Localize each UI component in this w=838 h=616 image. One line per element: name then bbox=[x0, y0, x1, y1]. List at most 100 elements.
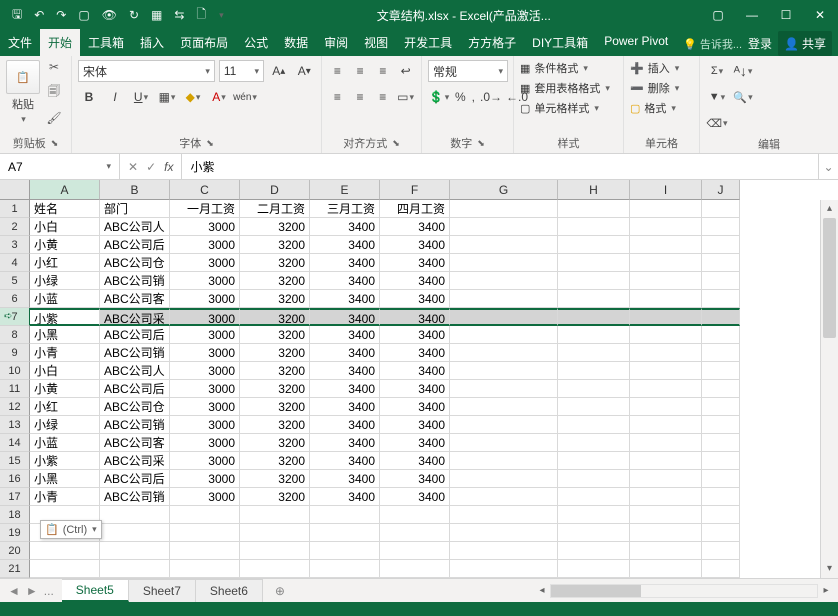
cell[interactable] bbox=[380, 560, 450, 578]
cell[interactable] bbox=[450, 398, 558, 416]
cell[interactable]: 3200 bbox=[240, 380, 310, 398]
cell[interactable]: ABC公司仓 bbox=[100, 254, 170, 272]
cell[interactable] bbox=[380, 542, 450, 560]
font-name-combo[interactable]: 宋体▾ bbox=[78, 60, 215, 82]
wrap-text-icon[interactable]: ↩ bbox=[396, 60, 415, 82]
cell[interactable] bbox=[702, 470, 740, 488]
cell[interactable] bbox=[450, 470, 558, 488]
scroll-up-icon[interactable]: ▴ bbox=[821, 200, 838, 218]
cell[interactable]: 3200 bbox=[240, 272, 310, 290]
row-header[interactable]: 17 bbox=[0, 488, 30, 506]
cell[interactable] bbox=[450, 542, 558, 560]
cell[interactable] bbox=[310, 524, 380, 542]
cell[interactable] bbox=[630, 326, 702, 344]
cell[interactable]: 3400 bbox=[310, 218, 380, 236]
formula-input[interactable]: 小紫 bbox=[182, 154, 818, 179]
cell[interactable]: 3000 bbox=[170, 326, 240, 344]
cell[interactable]: 3000 bbox=[170, 362, 240, 380]
cell[interactable] bbox=[450, 254, 558, 272]
cell[interactable]: 3400 bbox=[310, 236, 380, 254]
cell[interactable]: 3400 bbox=[310, 380, 380, 398]
cell[interactable]: ABC公司仓 bbox=[100, 398, 170, 416]
cell[interactable]: 3000 bbox=[170, 434, 240, 452]
paste-button[interactable]: 📋 粘贴▾ bbox=[6, 60, 40, 125]
align-center-icon[interactable]: ≡ bbox=[351, 86, 370, 108]
ribbon-tab-4[interactable]: 页面布局 bbox=[172, 29, 236, 56]
format-painter-icon[interactable]: 🖌 bbox=[46, 111, 61, 125]
cell[interactable] bbox=[630, 488, 702, 506]
cell[interactable]: 3200 bbox=[240, 488, 310, 506]
cell[interactable]: 3400 bbox=[310, 272, 380, 290]
cell[interactable] bbox=[702, 326, 740, 344]
sheet-nav-more[interactable]: ... bbox=[44, 584, 54, 598]
cell[interactable]: ABC公司人 bbox=[100, 362, 170, 380]
row-header[interactable]: 14 bbox=[0, 434, 30, 452]
cell[interactable]: 小红 bbox=[30, 398, 100, 416]
cell-styles-button[interactable]: ▢单元格样式▾ bbox=[520, 100, 617, 116]
cell[interactable]: 3400 bbox=[380, 470, 450, 488]
cell[interactable] bbox=[630, 236, 702, 254]
camera-icon[interactable]: ▢ bbox=[78, 8, 89, 22]
insert-function-icon[interactable]: fx bbox=[164, 160, 173, 174]
cell[interactable]: 二月工资 bbox=[240, 200, 310, 218]
phonetic-button[interactable]: wén▾ bbox=[234, 86, 256, 108]
cell[interactable]: ABC公司销 bbox=[100, 416, 170, 434]
sheet-tab[interactable]: Sheet7 bbox=[129, 579, 196, 602]
cell[interactable] bbox=[450, 452, 558, 470]
column-header[interactable]: A bbox=[30, 180, 100, 200]
cell[interactable] bbox=[170, 506, 240, 524]
cell[interactable] bbox=[702, 452, 740, 470]
row-header[interactable]: 10 bbox=[0, 362, 30, 380]
cell[interactable]: 3200 bbox=[240, 434, 310, 452]
cell[interactable] bbox=[702, 542, 740, 560]
font-size-combo[interactable]: 11▾ bbox=[219, 60, 264, 82]
cell[interactable] bbox=[450, 362, 558, 380]
cell[interactable] bbox=[310, 542, 380, 560]
ribbon-tab-8[interactable]: 视图 bbox=[356, 29, 396, 56]
cell[interactable] bbox=[630, 416, 702, 434]
cell[interactable] bbox=[702, 308, 740, 326]
row-header[interactable]: 11 bbox=[0, 380, 30, 398]
cell[interactable]: ABC公司后 bbox=[100, 326, 170, 344]
row-header[interactable]: 15 bbox=[0, 452, 30, 470]
row-header[interactable]: 19 bbox=[0, 524, 30, 542]
collapse-icon[interactable]: ⇆ bbox=[174, 8, 184, 22]
cell[interactable] bbox=[558, 470, 630, 488]
ribbon-tab-2[interactable]: 工具箱 bbox=[80, 29, 132, 56]
cell[interactable]: 3200 bbox=[240, 254, 310, 272]
sort-filter-icon[interactable]: ᴬ↓▾ bbox=[732, 60, 754, 82]
cell[interactable] bbox=[630, 560, 702, 578]
cell[interactable]: 小黑 bbox=[30, 326, 100, 344]
cell[interactable]: 小紫 bbox=[30, 452, 100, 470]
column-header[interactable]: I bbox=[630, 180, 702, 200]
refresh-icon[interactable]: ↻ bbox=[129, 8, 139, 22]
fill-icon[interactable]: ▼▾ bbox=[706, 86, 728, 108]
cell[interactable]: 3200 bbox=[240, 326, 310, 344]
cell[interactable]: 3200 bbox=[240, 290, 310, 308]
sheet-nav-prev-icon[interactable]: ◄ bbox=[8, 584, 20, 598]
scroll-thumb[interactable] bbox=[823, 218, 836, 338]
login-button[interactable]: 登录 bbox=[748, 35, 772, 52]
column-header[interactable]: C bbox=[170, 180, 240, 200]
cell[interactable]: 3400 bbox=[310, 344, 380, 362]
cell[interactable]: 3000 bbox=[170, 218, 240, 236]
conditional-formatting-button[interactable]: ▦条件格式▾ bbox=[520, 60, 617, 76]
share-button[interactable]: 👤共享 bbox=[778, 31, 832, 56]
find-select-icon[interactable]: 🔍▾ bbox=[732, 86, 754, 108]
cell[interactable] bbox=[630, 506, 702, 524]
column-header[interactable]: H bbox=[558, 180, 630, 200]
undo-icon[interactable]: ↶ bbox=[34, 8, 44, 22]
align-middle-icon[interactable]: ≡ bbox=[351, 60, 370, 82]
cell[interactable]: 3400 bbox=[380, 218, 450, 236]
cell[interactable]: 3400 bbox=[310, 254, 380, 272]
cell[interactable] bbox=[450, 272, 558, 290]
scroll-down-icon[interactable]: ▾ bbox=[821, 560, 838, 578]
cell[interactable]: ABC公司销 bbox=[100, 344, 170, 362]
dialog-launcher-icon[interactable]: ⬊ bbox=[477, 138, 485, 149]
new-icon[interactable]: 🗋 bbox=[196, 5, 206, 26]
sheet-tab[interactable]: Sheet5 bbox=[62, 579, 129, 602]
ribbon-tab-10[interactable]: 方方格子 bbox=[460, 29, 524, 56]
cell[interactable] bbox=[310, 506, 380, 524]
currency-icon[interactable]: 💲▾ bbox=[428, 86, 450, 108]
cell[interactable]: 三月工资 bbox=[310, 200, 380, 218]
